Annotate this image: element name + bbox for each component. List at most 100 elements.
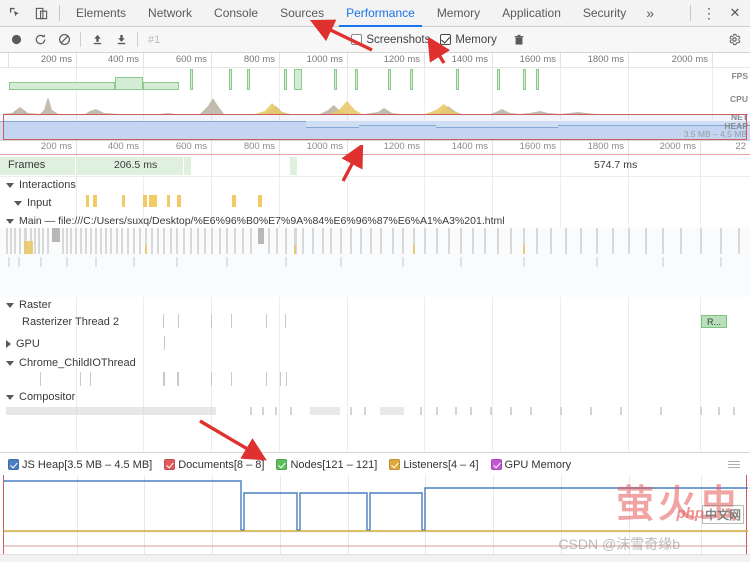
- frames-label: Frames: [8, 159, 46, 171]
- tabbar-divider: [59, 5, 60, 21]
- counter-nodes[interactable]: Nodes[121 – 121]: [276, 459, 377, 471]
- listeners-checkbox[interactable]: [389, 459, 401, 470]
- counters-resize-handle[interactable]: [728, 461, 744, 468]
- clear-recording-button[interactable]: [52, 28, 76, 52]
- track-chrome-childiothread[interactable]: Chrome_ChildIOThread: [0, 355, 750, 389]
- nodes-checkbox[interactable]: [276, 459, 288, 470]
- track-childio-header[interactable]: Chrome_ChildIOThread: [0, 355, 750, 371]
- track-main[interactable]: Main — file:///C:/Users/suxq/Desktop/%E6…: [0, 213, 750, 227]
- tab-security[interactable]: Security: [572, 0, 637, 27]
- panel-tabs: Elements Network Console Sources Perform…: [65, 0, 685, 27]
- tab-console[interactable]: Console: [203, 0, 269, 27]
- timeline-tick-600: 600 ms: [175, 141, 207, 152]
- overview-tick-1200: 1200 ms: [383, 54, 420, 65]
- chevron-down-icon-raster[interactable]: [6, 302, 14, 308]
- track-gpu-label: GPU: [16, 338, 40, 350]
- documents-checkbox[interactable]: [164, 459, 176, 470]
- close-icon[interactable]: ✕: [722, 0, 748, 26]
- net-track: [0, 114, 750, 121]
- tab-sources[interactable]: Sources: [269, 0, 335, 27]
- overview-body[interactable]: FPS CPU NET HEAP 3.5 MB – 4.5 MB: [0, 68, 750, 140]
- gpu-memory-checkbox[interactable]: [490, 459, 502, 470]
- screenshots-checkbox[interactable]: [351, 34, 363, 45]
- timeline-tracks[interactable]: Frames 206.5 ms 574.7 ms Interactions In…: [0, 155, 750, 461]
- main-flamechart[interactable]: [0, 227, 750, 297]
- overview-tick-400: 400 ms: [107, 54, 139, 65]
- trash-icon[interactable]: [507, 28, 531, 52]
- tab-application[interactable]: Application: [491, 0, 572, 27]
- tab-elements[interactable]: Elements: [65, 0, 137, 27]
- tab-performance[interactable]: Performance: [335, 0, 426, 27]
- counter-gpu-memory[interactable]: GPU Memory: [490, 459, 571, 471]
- memory-checkbox[interactable]: [440, 34, 452, 45]
- track-interactions[interactable]: Interactions: [0, 177, 750, 194]
- fps-track: [0, 68, 750, 92]
- screenshots-checkbox-group[interactable]: Screenshots: [351, 34, 430, 46]
- timeline-tick-1400: 1400 ms: [451, 141, 488, 152]
- track-input-label: Input: [27, 197, 52, 209]
- overview-tick-600: 600 ms: [175, 54, 207, 65]
- chevron-down-icon-childio[interactable]: [6, 360, 14, 366]
- save-profile-icon[interactable]: [109, 28, 133, 52]
- chevron-right-icon-gpu[interactable]: [6, 340, 11, 348]
- track-rasterizer-header[interactable]: Rasterizer Thread 2: [0, 314, 750, 330]
- counter-documents[interactable]: Documents[8 – 8]: [164, 459, 264, 471]
- listeners-label: Listeners[4 – 4]: [403, 458, 479, 471]
- overview-tick-1400: 1400 ms: [451, 54, 488, 65]
- toolbar-divider-1: [80, 32, 81, 47]
- chevron-down-icon-compositor[interactable]: [6, 394, 14, 400]
- frame-duration-1: 206.5 ms: [114, 159, 158, 171]
- chevron-down-icon-main[interactable]: [6, 218, 14, 224]
- main-menu-icon[interactable]: ⋮: [696, 0, 722, 26]
- bottom-scrollbar[interactable]: [0, 554, 750, 562]
- device-toolbar-icon[interactable]: [28, 0, 54, 26]
- tabbar-right-controls: ⋮ ✕: [685, 0, 748, 26]
- compositor-flamechart[interactable]: [0, 405, 750, 419]
- frame-duration-2: 574.7 ms: [594, 159, 638, 171]
- cpu-track: [0, 92, 750, 114]
- memory-label: Memory: [455, 33, 497, 46]
- track-interactions-label: Interactions: [19, 179, 76, 191]
- screenshots-label: Screenshots: [366, 33, 431, 46]
- load-profile-icon[interactable]: [85, 28, 109, 52]
- track-rasterizer-thread-2[interactable]: Rasterizer Thread 2 R...: [0, 314, 750, 336]
- timeline-tick-2000: 2000 ms: [659, 141, 696, 152]
- overview-tick-1000: 1000 ms: [306, 54, 343, 65]
- track-main-header[interactable]: Main — file:///C:/Users/suxq/Desktop/%E6…: [0, 213, 750, 229]
- inspect-element-icon[interactable]: [2, 0, 28, 26]
- heap-track: [0, 121, 750, 140]
- js-heap-checkbox[interactable]: [8, 459, 19, 470]
- track-gpu-header[interactable]: GPU: [0, 336, 750, 352]
- chevron-down-icon-input[interactable]: [14, 200, 22, 206]
- documents-label: Documents[8 – 8]: [178, 458, 265, 471]
- tab-network[interactable]: Network: [137, 0, 203, 27]
- counter-js-heap[interactable]: JS Heap[3.5 MB – 4.5 MB]: [8, 459, 152, 471]
- timeline-ruler: 200 ms 400 ms 600 ms 800 ms 1000 ms 1200…: [0, 141, 750, 155]
- timeline-tick-200: 200 ms: [40, 141, 72, 152]
- reload-and-record-button[interactable]: [28, 28, 52, 52]
- counter-listeners[interactable]: Listeners[4 – 4]: [389, 458, 479, 471]
- track-compositor-label: Compositor: [19, 391, 76, 403]
- timeline-tick-1600: 1600 ms: [519, 141, 556, 152]
- track-input-header[interactable]: Input: [0, 195, 51, 211]
- track-compositor[interactable]: Compositor: [0, 389, 750, 405]
- toolbar-divider-2: [137, 32, 138, 47]
- record-button[interactable]: [4, 28, 28, 52]
- fps-edge-label: FPS: [731, 71, 748, 81]
- track-interactions-header[interactable]: Interactions: [0, 177, 750, 193]
- tab-memory[interactable]: Memory: [426, 0, 491, 27]
- timeline-overview[interactable]: 200 ms 400 ms 600 ms 800 ms 1000 ms 1200…: [0, 53, 750, 141]
- track-compositor-header[interactable]: Compositor: [0, 389, 750, 405]
- track-gpu[interactable]: GPU: [0, 336, 750, 355]
- track-raster[interactable]: Raster: [0, 297, 750, 314]
- memory-checkbox-group[interactable]: Memory: [440, 34, 497, 46]
- track-raster-header[interactable]: Raster: [0, 297, 750, 313]
- gear-icon[interactable]: [722, 28, 746, 52]
- overview-tick-800: 800 ms: [243, 54, 275, 65]
- track-input[interactable]: Input: [0, 194, 750, 213]
- frames-track[interactable]: Frames 206.5 ms 574.7 ms: [0, 155, 750, 177]
- chevron-down-icon[interactable]: [6, 182, 14, 188]
- overview-ruler: 200 ms 400 ms 600 ms 800 ms 1000 ms 1200…: [0, 53, 750, 68]
- more-tabs-button[interactable]: »: [637, 0, 663, 27]
- watermark-php: php: [676, 505, 705, 522]
